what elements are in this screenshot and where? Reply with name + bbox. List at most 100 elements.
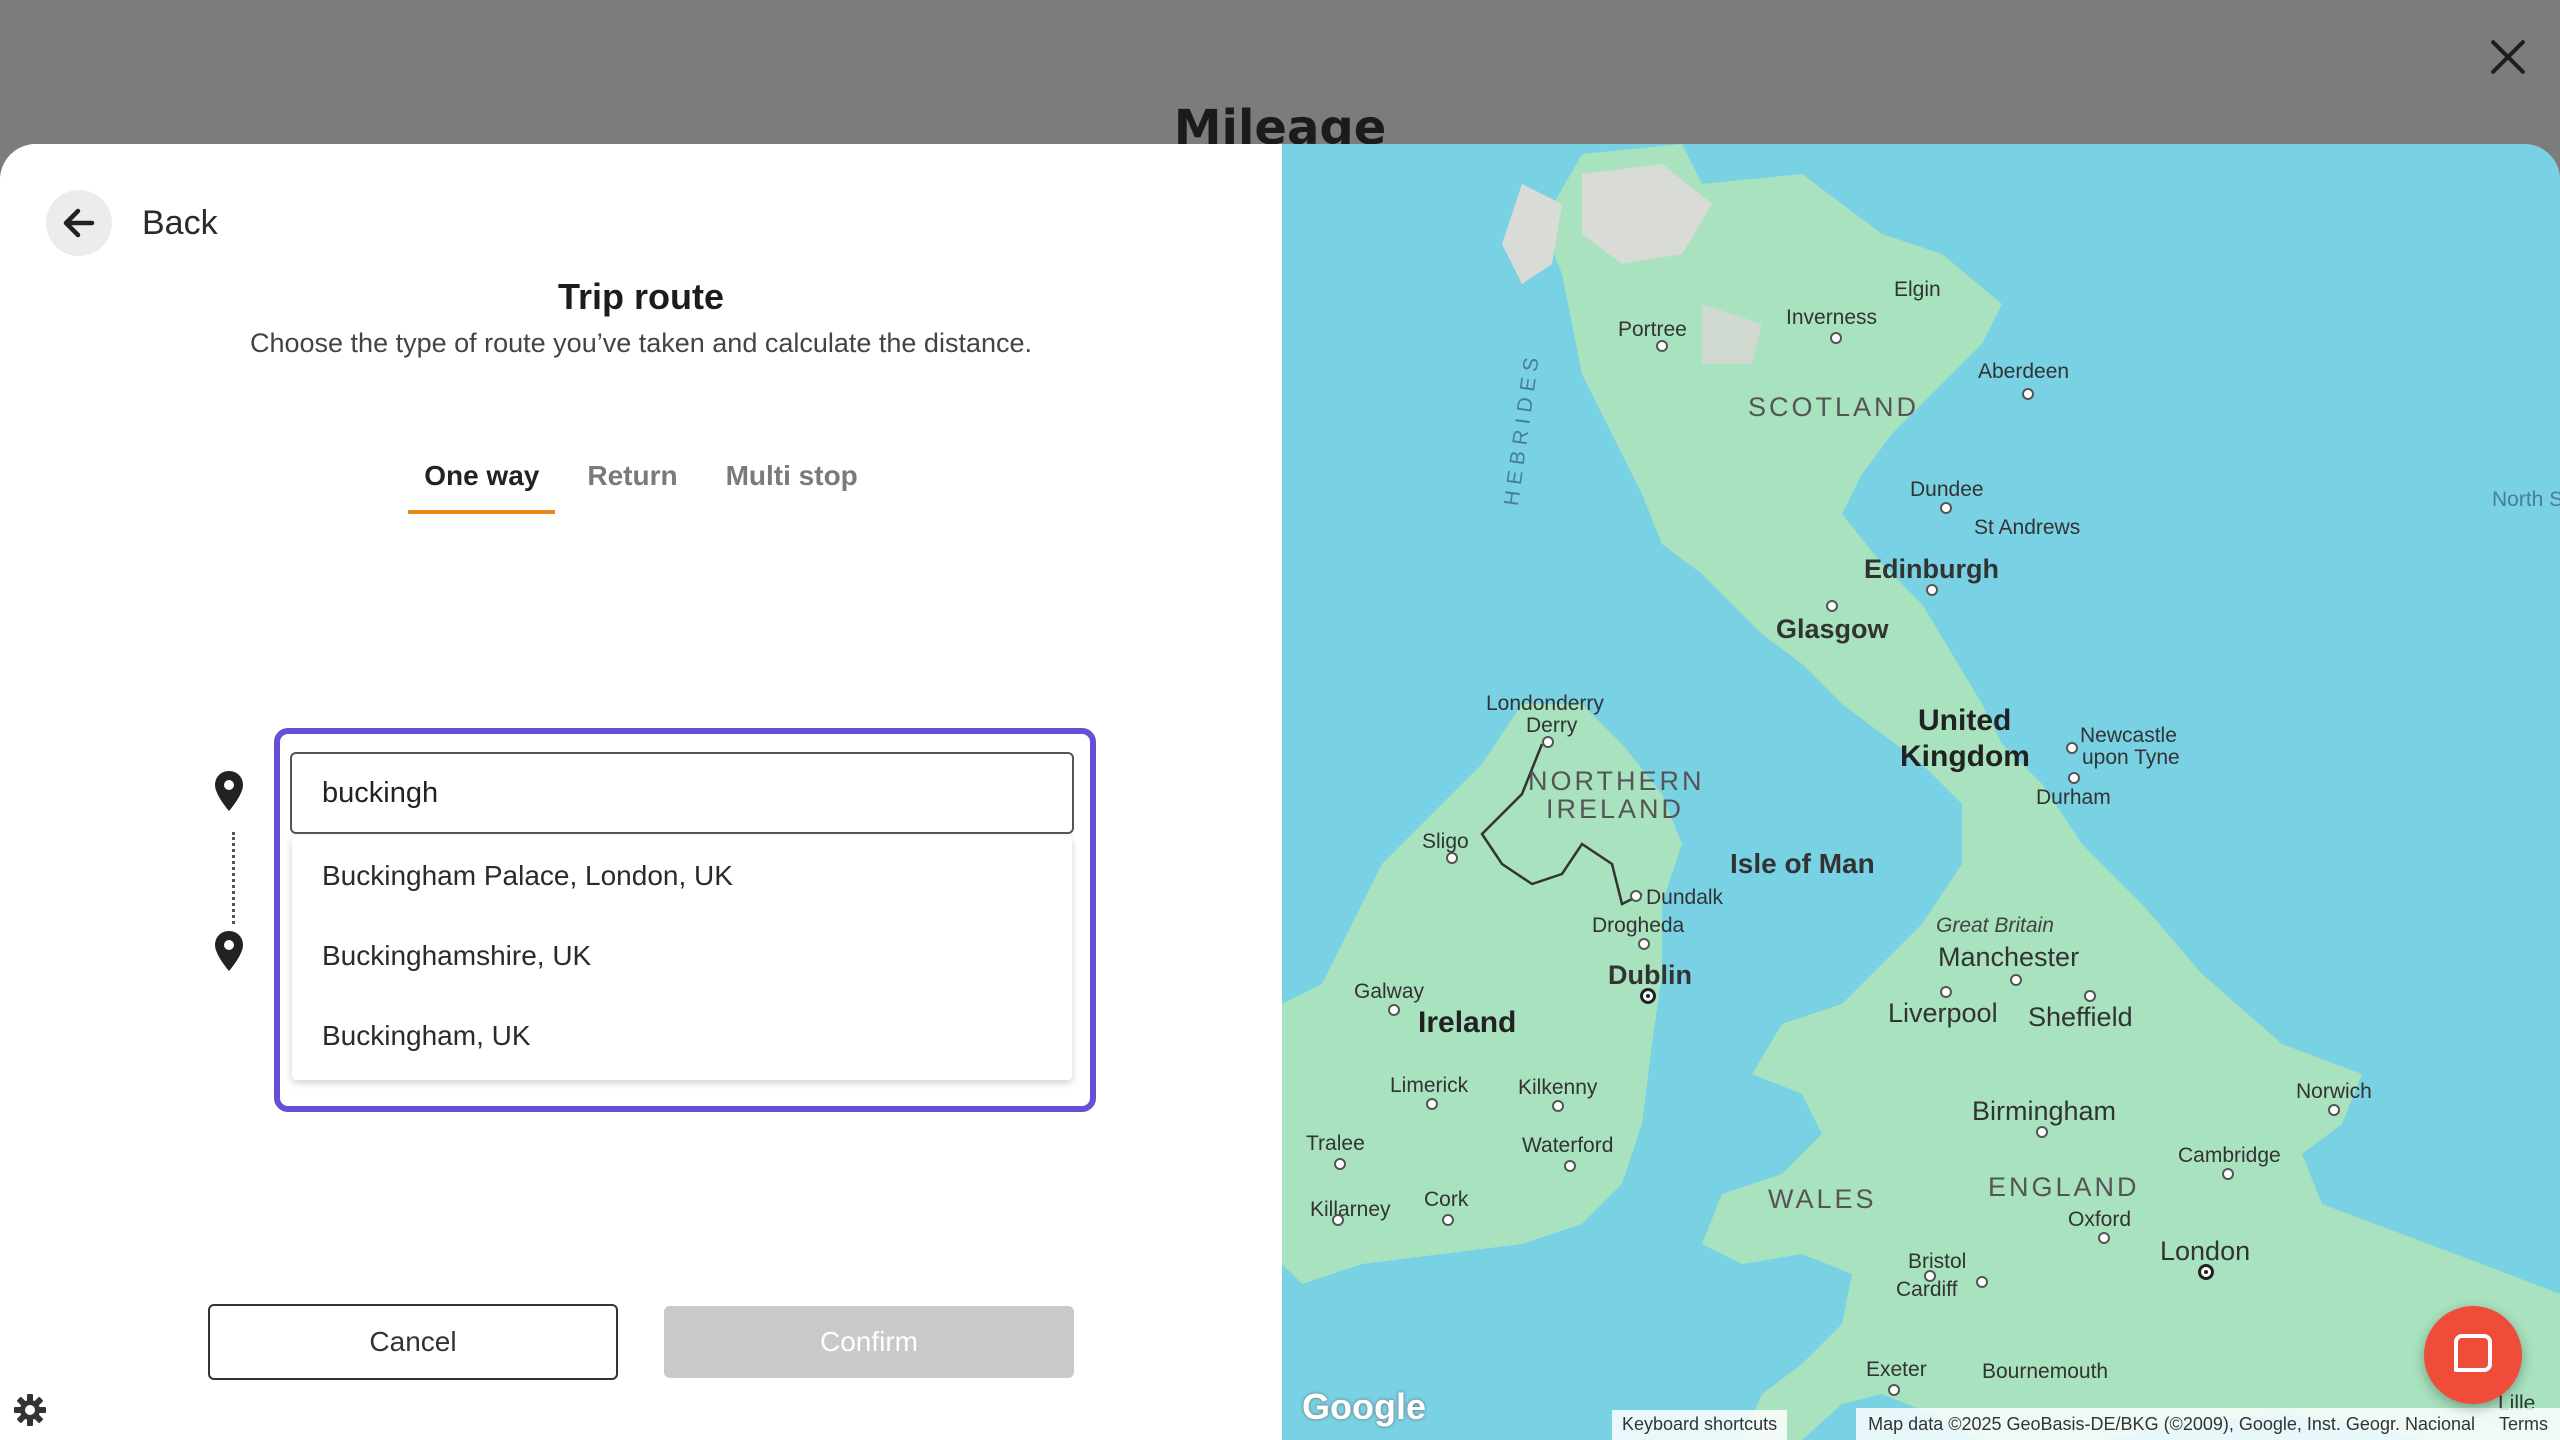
city-marker [1940, 502, 1952, 514]
suggestion-item[interactable]: Buckinghamshire, UK [292, 916, 1072, 996]
city-marker [1826, 600, 1838, 612]
map-label: Portree [1618, 318, 1687, 341]
city-marker [2098, 1232, 2110, 1244]
city-marker [2022, 388, 2034, 400]
terms-link[interactable]: Terms [2487, 1414, 2560, 1435]
trip-route-modal: Back Trip route Choose the type of route… [0, 144, 2560, 1440]
city-marker [1830, 332, 1842, 344]
city-marker [1926, 584, 1938, 596]
back-label: Back [142, 203, 218, 242]
city-marker [1976, 1276, 1988, 1288]
city-marker [2066, 742, 2078, 754]
city-marker [1332, 1214, 1344, 1226]
modal-title: Trip route [557, 276, 724, 317]
cancel-button[interactable]: Cancel [208, 1304, 618, 1380]
map-data-text: Map data ©2025 GeoBasis-DE/BKG (©2009), … [1868, 1413, 2475, 1434]
suggestions-dropdown: Buckingham Palace, London, UK Buckingham… [292, 836, 1072, 1080]
close-icon[interactable] [2480, 30, 2536, 86]
chat-icon [2454, 1334, 2492, 1372]
city-marker [1388, 1004, 1400, 1016]
city-marker [1446, 852, 1458, 864]
map-label: Exeter [1866, 1358, 1927, 1381]
tab-multi-stop[interactable]: Multi stop [710, 460, 874, 514]
route-indicator [214, 624, 254, 971]
map-label: St Andrews [1974, 516, 2081, 539]
back-button[interactable]: Back [46, 190, 218, 256]
chat-button[interactable] [2424, 1306, 2522, 1404]
map-label: ENGLAND [1988, 1172, 2140, 1202]
modal-subtitle: Choose the type of route you’ve taken an… [249, 328, 1032, 358]
city-marker [2036, 1126, 2048, 1138]
map-attribution: Map data ©2025 GeoBasis-DE/BKG (©2009), … [1856, 1408, 2560, 1440]
map-label: Dundalk [1646, 886, 1724, 909]
map-label: Durham [2036, 786, 2111, 809]
map-label: Kingdom [1900, 740, 2030, 773]
city-marker [2328, 1104, 2340, 1116]
route-panel: Back Trip route Choose the type of route… [0, 144, 1282, 1440]
city-marker [1940, 986, 1952, 998]
map-label: NORTHERN [1528, 766, 1705, 796]
city-marker [1442, 1214, 1454, 1226]
map-label: Sligo [1422, 830, 1469, 853]
map-label: Drogheda [1592, 914, 1685, 937]
map-label: Sheffield [2028, 1002, 2133, 1032]
map-label: Aberdeen [1978, 360, 2070, 383]
map-label: Cambridge [2178, 1144, 2281, 1167]
map-label: Norwich [2296, 1080, 2372, 1103]
map-label: Edinburgh [1864, 554, 1999, 584]
map-label: Cork [1424, 1188, 1469, 1211]
map-label: Isle of Man [1730, 848, 1875, 879]
map-label: Inverness [1786, 306, 1878, 329]
map-label: Galway [1354, 980, 1425, 1003]
city-marker [1924, 1270, 1936, 1282]
map-label: SCOTLAND [1748, 392, 1920, 422]
map-label: Great Britain [1936, 914, 2054, 937]
map-label: Bristol [1908, 1250, 1967, 1273]
city-marker [1888, 1384, 1900, 1396]
suggestion-item[interactable]: Buckingham Palace, London, UK [292, 836, 1072, 916]
map-label: Dublin [1608, 960, 1692, 990]
route-connector [232, 832, 235, 924]
map-label: WALES [1768, 1184, 1877, 1214]
map-label: upon Tyne [2082, 746, 2180, 769]
city-marker [1552, 1100, 1564, 1112]
map-label: Waterford [1522, 1134, 1614, 1157]
map-label: Derry [1526, 714, 1578, 737]
map-label: Cardiff [1896, 1278, 1958, 1301]
city-marker [1426, 1098, 1438, 1110]
city-marker [1656, 340, 1668, 352]
map-label: Killarney [1310, 1198, 1391, 1221]
map-label: Limerick [1390, 1074, 1469, 1097]
map-label: IRELAND [1546, 794, 1685, 824]
map-label: Birmingham [1972, 1096, 2117, 1126]
keyboard-shortcuts-link[interactable]: Keyboard shortcuts [1612, 1410, 1788, 1440]
route-map[interactable]: Elgin Portree Inverness Aberdeen HEBRIDE… [1282, 144, 2560, 1440]
city-marker [1564, 1160, 1576, 1172]
map-label: Manchester [1938, 942, 2080, 972]
map-label: Kilkenny [1518, 1076, 1598, 1099]
start-location-input[interactable] [290, 752, 1074, 834]
tab-one-way[interactable]: One way [408, 460, 556, 514]
tab-return[interactable]: Return [571, 460, 693, 514]
city-marker [2222, 1168, 2234, 1180]
capital-marker [2198, 1264, 2214, 1280]
map-label: Glasgow [1776, 614, 1889, 644]
map-pin-icon [215, 771, 243, 811]
map-label: Newcastle [2080, 724, 2177, 747]
city-marker [2068, 772, 2080, 784]
city-marker [1638, 938, 1650, 950]
map-label: North S [2492, 488, 2560, 511]
map-label: United [1918, 704, 2012, 737]
city-marker [2010, 974, 2022, 986]
google-logo: Google [1302, 1386, 1426, 1427]
gear-icon[interactable] [12, 1392, 48, 1428]
map-land [1282, 144, 2560, 1440]
map-label: Oxford [2068, 1208, 2132, 1231]
map-label: London [2160, 1236, 2251, 1266]
route-type-tabs: One way Return Multi stop [0, 460, 1282, 514]
capital-marker [1640, 988, 1656, 1004]
map-label: Bournemouth [1982, 1360, 2109, 1383]
map-label: Elgin [1894, 278, 1941, 301]
confirm-button[interactable]: Confirm [664, 1306, 1074, 1378]
suggestion-item[interactable]: Buckingham, UK [292, 996, 1072, 1076]
